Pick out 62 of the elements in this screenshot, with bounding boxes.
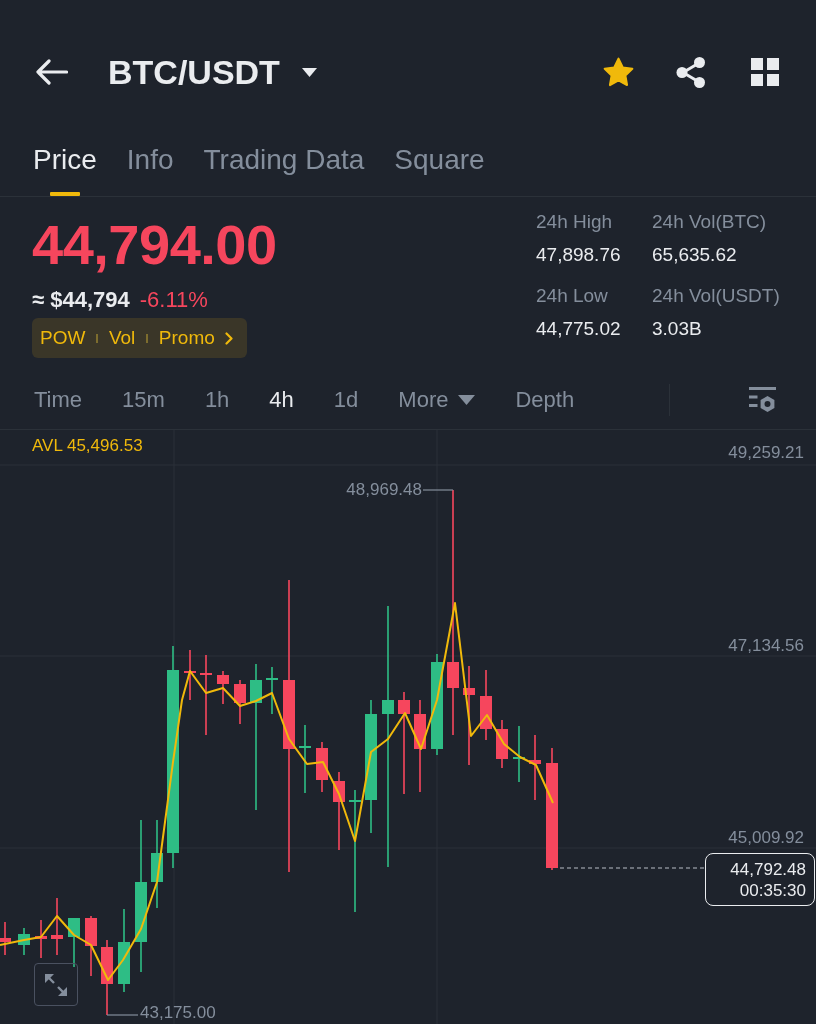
tab[interactable]: Price — [33, 144, 97, 196]
tab[interactable]: Square — [394, 144, 485, 196]
settings-icon[interactable] — [749, 386, 776, 413]
tag-link[interactable]: Promo — [158, 326, 215, 350]
candlestick — [266, 666, 278, 715]
low-price-label: 43,175.00 — [140, 1003, 216, 1023]
back-arrow-icon[interactable] — [36, 59, 68, 85]
average-price-label: AVL 45,496.53 — [32, 436, 143, 456]
tab[interactable]: Info — [126, 144, 174, 196]
fullscreen-button[interactable] — [34, 963, 78, 1006]
stat-value: 65,635.62 — [652, 244, 737, 265]
candlestick — [68, 917, 80, 968]
candlestick — [184, 649, 196, 701]
stat-value: 3.03B — [652, 318, 702, 339]
expand-icon — [44, 972, 68, 997]
star-icon[interactable] — [603, 57, 634, 87]
tag-link[interactable]: POW — [40, 326, 86, 350]
candlestick — [18, 927, 30, 956]
price-scale-label: 45,009.92 — [728, 828, 804, 848]
fiat-price: ≈ $44,794 — [32, 286, 130, 314]
candlestick — [480, 669, 492, 741]
candlestick — [85, 915, 97, 977]
stat-value: 47,898.76 — [536, 244, 621, 265]
stat-value: 44,775.02 — [536, 318, 621, 339]
countdown-timer: 00:35:30 — [739, 879, 806, 901]
candlestick — [234, 679, 246, 725]
leader-line — [422, 489, 454, 491]
pair-selector[interactable]: BTC/USDT — [108, 52, 317, 92]
tab[interactable]: Trading Data — [203, 144, 365, 196]
candlestick — [299, 724, 311, 794]
chart-tab[interactable]: Depth — [515, 385, 575, 414]
last-price-value: 44,792.48 — [730, 858, 806, 880]
leader-line — [106, 1014, 139, 1016]
stat-label: 24h Low — [536, 285, 608, 306]
candlestick — [513, 725, 525, 783]
tag-link[interactable]: Vol — [108, 326, 136, 350]
candlestick — [217, 670, 229, 705]
candlestick — [35, 919, 47, 959]
candlestick — [51, 897, 63, 956]
candlestick — [0, 921, 11, 956]
caret-down-icon — [301, 67, 317, 77]
chart-tab[interactable]: 4h — [269, 385, 294, 414]
chevron-right-icon — [224, 331, 233, 345]
stat-label: 24h Vol(BTC) — [652, 211, 767, 232]
share-icon[interactable] — [676, 56, 706, 88]
grid-icon[interactable] — [751, 58, 779, 86]
chart-tab[interactable]: 1h — [204, 385, 230, 414]
price-scale-label: 47,134.56 — [728, 636, 804, 656]
stat-label: 24h Vol(USDT) — [652, 285, 780, 306]
stat-label: 24h High — [536, 211, 613, 232]
candlestick — [316, 741, 328, 793]
candlestick — [496, 719, 508, 769]
caret-down-icon — [458, 394, 476, 405]
price-scale-label: 49,259.21 — [728, 443, 804, 463]
price-change: -6.11% — [139, 286, 208, 314]
candlestick — [529, 734, 541, 801]
chart-tab[interactable]: Time — [34, 385, 83, 414]
chart-tab[interactable]: 15m — [122, 385, 165, 414]
high-price-label: 48,969.48 — [346, 480, 422, 500]
last-price: 44,794.00 — [32, 213, 277, 277]
more-dropdown[interactable]: More — [398, 385, 476, 414]
chart-tab[interactable]: 1d — [333, 385, 359, 414]
